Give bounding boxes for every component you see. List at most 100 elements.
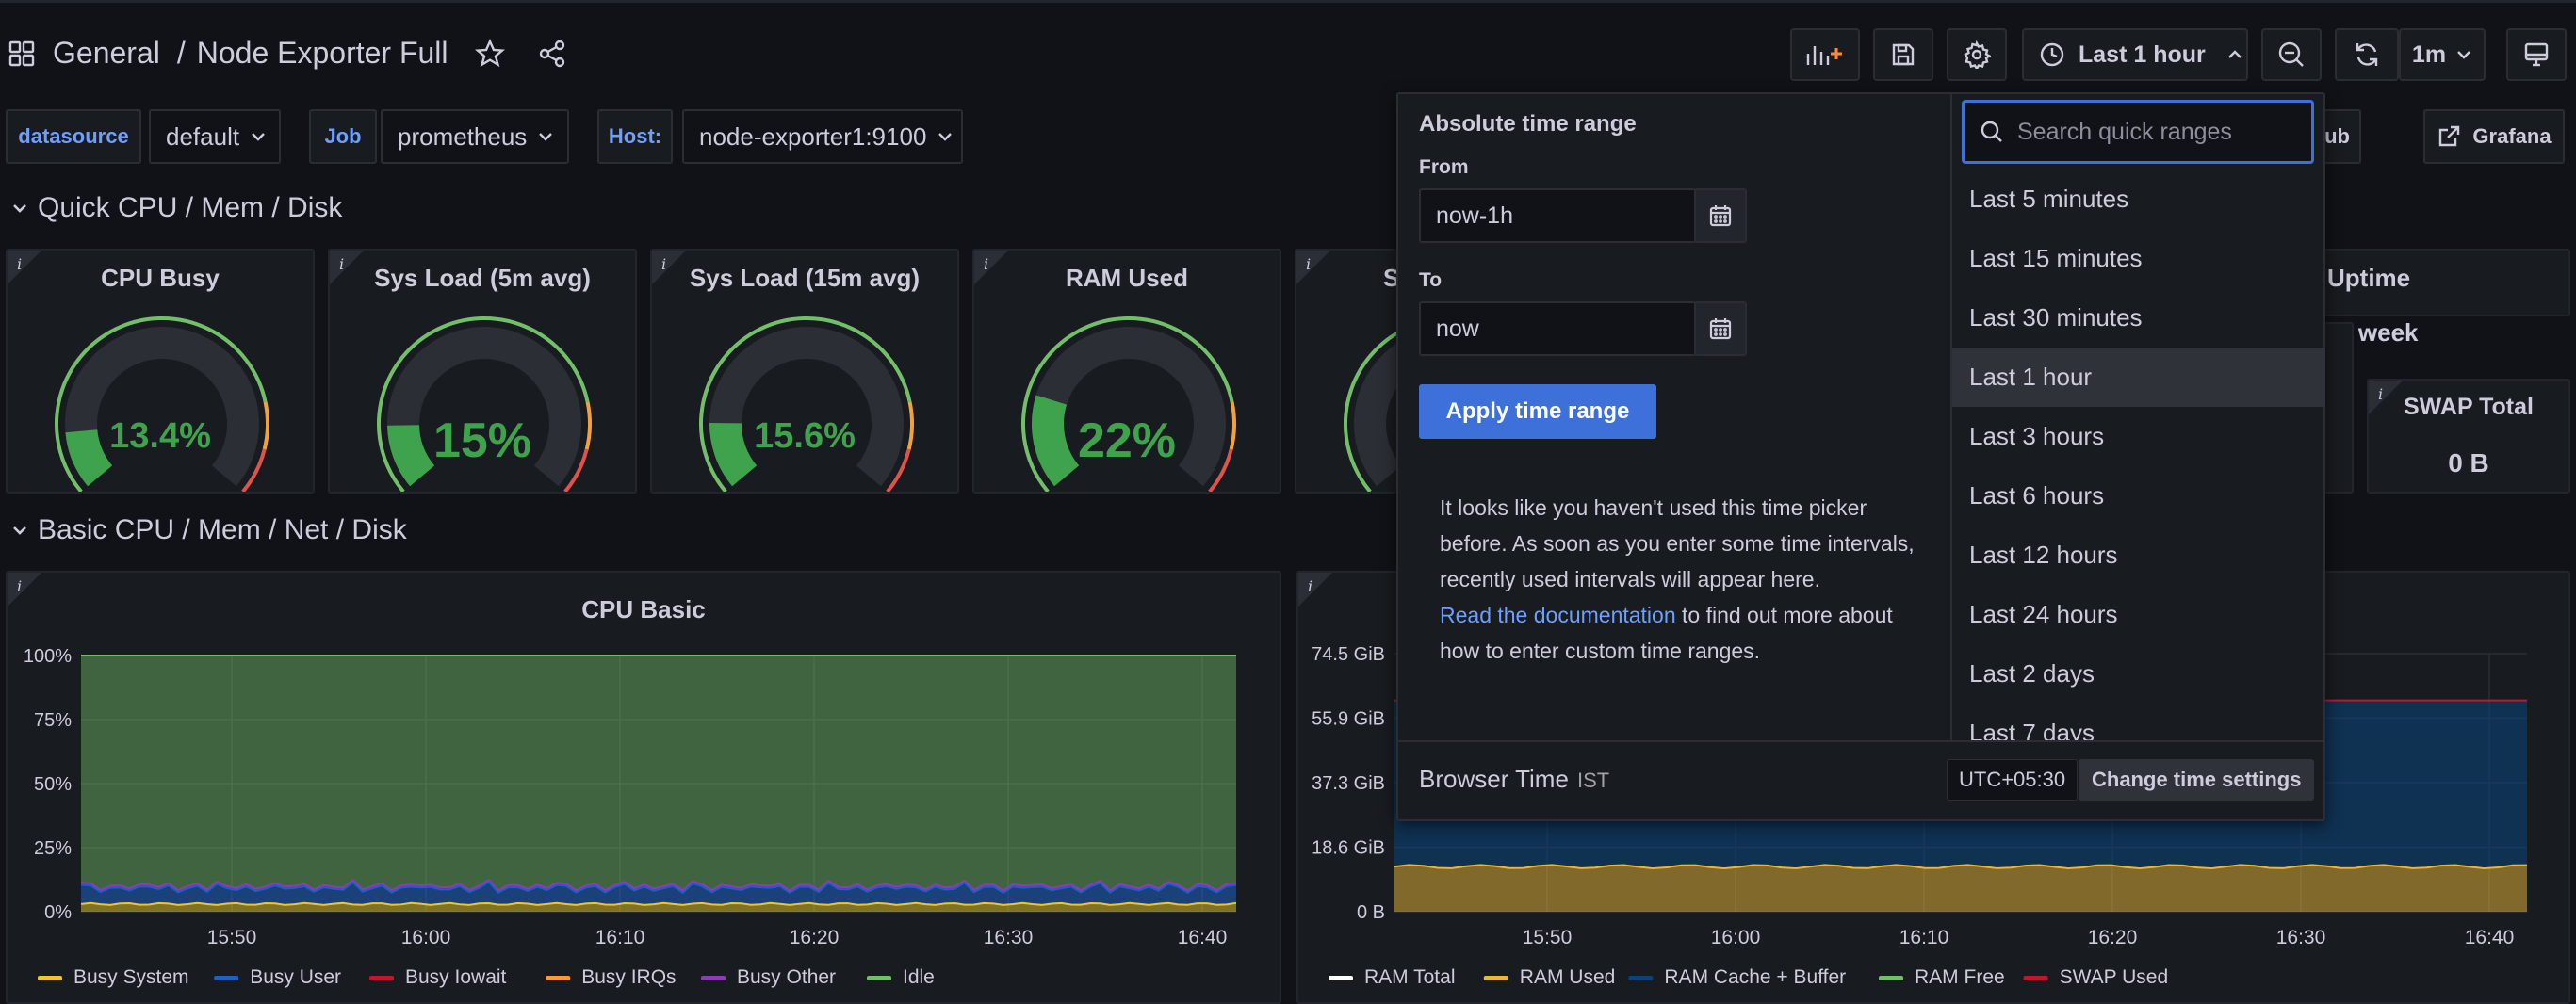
share-icon[interactable] (537, 39, 567, 69)
legend-item[interactable]: Busy Other (737, 966, 836, 988)
gauge-dial (699, 316, 914, 492)
grafana-link[interactable]: Grafana (2423, 109, 2565, 164)
help-text: It looks like you haven't used this time… (1440, 495, 1915, 591)
chevron-up-icon (2227, 50, 2242, 58)
quick-range-item[interactable]: Last 1 hour (1952, 348, 2325, 407)
time-picker-dropdown: Absolute time range From now-1h To now A… (1396, 92, 2325, 821)
legend-swatch (214, 976, 239, 980)
legend-swatch (1879, 976, 1903, 980)
quick-range-item[interactable]: Last 5 minutes (1952, 170, 2325, 229)
quick-range-item[interactable]: Last 30 minutes (1952, 288, 2325, 348)
y-tick-label: 75% (34, 710, 72, 731)
clock-icon (2040, 42, 2064, 67)
refresh-interval-value: 1m (2411, 40, 2447, 68)
legend-swatch (546, 976, 571, 980)
browser-time-label: Browser Time (1419, 765, 1569, 793)
external-link-icon (2439, 125, 2460, 147)
change-time-settings-button[interactable]: Change time settings (2079, 759, 2315, 801)
legend-swatch (1483, 976, 1508, 980)
y-tick-label: 74.5 GiB (1312, 644, 1385, 665)
quick-range-item[interactable]: Last 6 hours (1952, 466, 2325, 526)
legend-item[interactable]: Idle (903, 966, 935, 988)
legend-swatch (867, 976, 891, 980)
quick-range-item[interactable]: Last 3 hours (1952, 407, 2325, 466)
x-tick-label: 15:50 (1523, 927, 1573, 948)
star-icon[interactable] (474, 38, 505, 69)
quick-range-item[interactable]: Last 12 hours (1952, 526, 2325, 585)
grafana-link-label: Grafana (2472, 124, 2552, 148)
breadcrumb-folder[interactable]: General (53, 36, 160, 71)
quick-ranges-search[interactable] (1962, 100, 2314, 164)
quick-range-item[interactable]: Last 7 days (1952, 704, 2325, 740)
host-select[interactable]: node-exporter1:9100 (682, 109, 963, 164)
dashboard-title[interactable]: Node Exporter Full (197, 36, 448, 71)
row-quick-cpu-mem-disk[interactable]: Quick CPU / Mem / Disk (11, 192, 342, 224)
legend-item[interactable]: SWAP Used (2060, 966, 2169, 988)
y-tick-label: 0 B (1357, 902, 1385, 923)
row-basic-cpu-mem-net-disk[interactable]: Basic CPU / Mem / Net / Disk (11, 514, 407, 546)
legend-item[interactable]: RAM Cache + Buffer (1664, 966, 1846, 988)
legend-item[interactable]: RAM Used (1520, 966, 1616, 988)
y-tick-label: 50% (34, 774, 72, 795)
chevron-down-icon (2457, 51, 2470, 59)
documentation-link[interactable]: Read the documentation (1440, 603, 1676, 627)
gear-icon (1964, 40, 1991, 69)
chevron-down-icon (938, 133, 953, 141)
gauge-title: Sys Load (5m avg) (374, 264, 591, 292)
breadcrumb-separator: / (176, 36, 186, 70)
y-tick-label: 55.9 GiB (1312, 708, 1385, 729)
job-select[interactable]: prometheus (381, 109, 569, 164)
row-title: Basic CPU / Mem / Net / Disk (38, 514, 407, 545)
gauge-title: RAM Used (1065, 264, 1188, 292)
search-quick-ranges-input[interactable] (2017, 118, 2300, 146)
legend-item[interactable]: RAM Free (1915, 966, 2005, 988)
from-input[interactable]: now-1h (1419, 188, 1696, 243)
save-dashboard-button[interactable] (1873, 28, 1933, 81)
time-picker-help: It looks like you haven't used this time… (1440, 490, 1930, 669)
tv-mode-button[interactable] (2506, 28, 2567, 81)
add-panel-button[interactable] (1790, 28, 1860, 81)
uptime-panel: Uptime (2291, 249, 2570, 316)
info-icon[interactable]: i (1306, 255, 1311, 273)
quick-range-item[interactable]: Last 2 days (1952, 644, 2325, 704)
legend-swatch (1329, 976, 1353, 980)
gauge-dial (1344, 330, 1398, 492)
datasource-value: default (166, 121, 240, 151)
gauge-value: 15% (432, 413, 532, 468)
y-tick-label: 37.3 GiB (1312, 773, 1385, 794)
x-tick-label: 16:30 (984, 927, 1034, 948)
series-idle (81, 656, 1236, 891)
save-icon (1892, 43, 1915, 66)
legend-swatch (2023, 976, 2048, 980)
refresh-button[interactable] (2335, 28, 2399, 81)
legend-item[interactable]: Busy System (73, 966, 189, 988)
gauge-track (1354, 343, 1398, 487)
add-panel-icon (1806, 46, 1842, 65)
quick-range-item[interactable]: Last 24 hours (1952, 585, 2325, 644)
quick-range-item[interactable]: Last 15 minutes (1952, 229, 2325, 288)
to-label: To (1419, 269, 1443, 291)
job-value: prometheus (398, 121, 528, 151)
datasource-select[interactable]: default (149, 109, 281, 164)
dashboard-settings-button[interactable] (1947, 28, 2007, 81)
gauge-panel: i Sys Load (15m avg) 15.6% (650, 249, 959, 494)
apps-grid-icon[interactable] (8, 40, 36, 68)
time-range-picker-button[interactable]: Last 1 hour (2022, 28, 2248, 81)
legend-item[interactable]: Busy Iowait (405, 966, 507, 988)
from-calendar-button[interactable] (1694, 188, 1747, 243)
to-input[interactable]: now (1419, 301, 1696, 356)
legend-swatch (369, 976, 394, 980)
cpu-basic-chart: 100% 75% 50% 25% 0% 15:50 16:00 16:10 16:20 16:30… (24, 646, 1237, 988)
legend-item[interactable]: Busy User (250, 966, 341, 988)
refresh-interval-picker[interactable]: 1m (2399, 28, 2486, 81)
to-calendar-button[interactable] (1694, 301, 1747, 356)
zoom-out-button[interactable] (2261, 28, 2322, 81)
uptime-title: Uptime (2327, 264, 2411, 292)
swap-total-title: SWAP Total (2404, 394, 2534, 420)
apply-time-range-button[interactable]: Apply time range (1419, 384, 1656, 439)
swap-total-value: 0 B (2448, 448, 2489, 478)
gauge-panel: i RAM Used 22% (972, 249, 1281, 494)
legend-item[interactable]: Busy IRQs (581, 966, 676, 988)
legend-item[interactable]: RAM Total (1364, 966, 1455, 988)
swap-total-panel: i SWAP Total 0 B (2367, 379, 2570, 494)
